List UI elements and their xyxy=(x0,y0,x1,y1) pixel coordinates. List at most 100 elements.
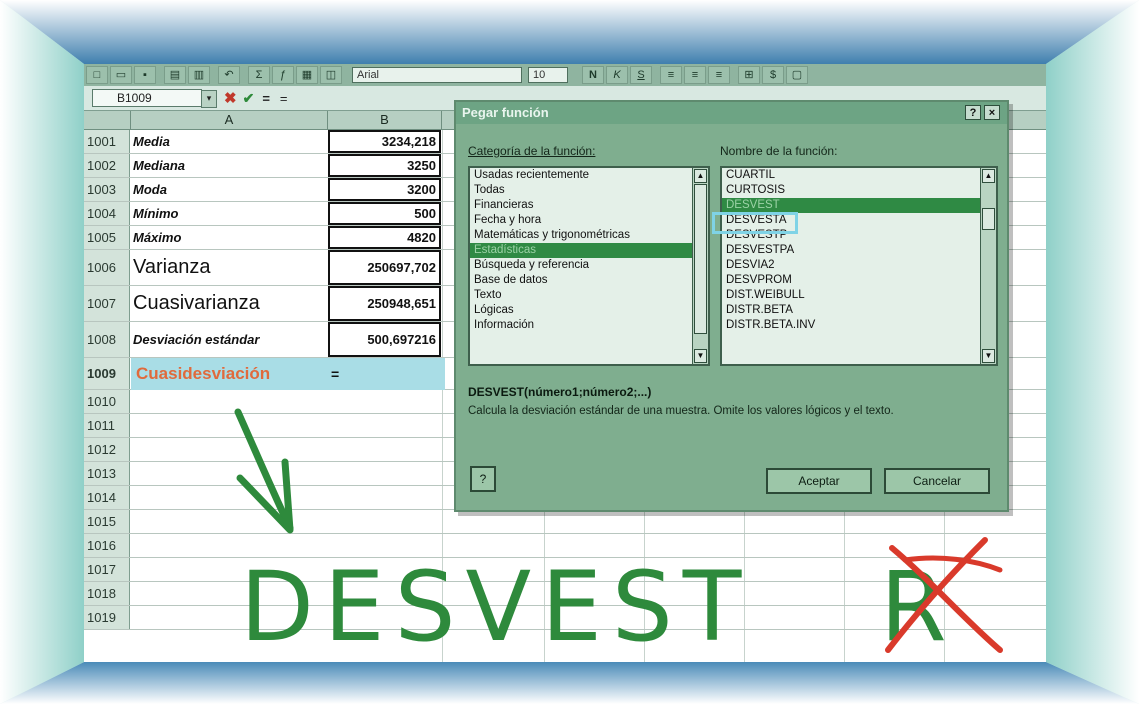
function-item[interactable]: DESVIA2 xyxy=(722,258,996,273)
align-center-icon[interactable]: ≡ xyxy=(684,66,706,84)
name-box[interactable]: B1009 ▾ xyxy=(92,89,217,108)
row-number[interactable]: 1010 xyxy=(84,390,130,413)
function-item[interactable]: DESVPROM xyxy=(722,273,996,288)
scroll-down-icon[interactable]: ▼ xyxy=(694,349,707,363)
ok-button[interactable]: Aceptar xyxy=(766,468,872,494)
zoom-icon[interactable]: ◫ xyxy=(320,66,342,84)
merge-icon[interactable]: ⊞ xyxy=(738,66,760,84)
category-item[interactable]: Información xyxy=(470,318,708,333)
category-item[interactable]: Texto xyxy=(470,288,708,303)
cell-label[interactable]: Máximo xyxy=(131,226,327,249)
chart-icon[interactable]: ▦ xyxy=(296,66,318,84)
cell-value[interactable]: 3200 xyxy=(328,178,441,201)
row-number[interactable]: 1019 xyxy=(84,606,130,629)
row-number[interactable]: 1015 xyxy=(84,510,130,533)
scroll-thumb[interactable] xyxy=(982,208,995,230)
close-icon[interactable]: × xyxy=(984,105,1000,120)
row-number[interactable]: 1005 xyxy=(84,226,130,249)
function-item[interactable]: CUARTIL xyxy=(722,168,996,183)
cell-value[interactable]: 4820 xyxy=(328,226,441,249)
row-number[interactable]: 1009 xyxy=(84,358,130,389)
cell-label[interactable]: Moda xyxy=(131,178,327,201)
borders-icon[interactable]: ▢ xyxy=(786,66,808,84)
preview-icon[interactable]: ▥ xyxy=(188,66,210,84)
active-cell[interactable]: Cuasidesviación = xyxy=(131,358,445,390)
category-item[interactable]: Base de datos xyxy=(470,273,708,288)
row-number[interactable]: 1004 xyxy=(84,202,130,225)
row-number[interactable]: 1017 xyxy=(84,558,130,581)
category-listbox[interactable]: Usadas recientemente Todas Financieras Fech… xyxy=(468,166,710,366)
cell-value[interactable]: 250948,651 xyxy=(328,286,441,321)
cancel-entry-icon[interactable]: ✖ xyxy=(224,89,237,107)
row-number[interactable]: 1006 xyxy=(84,250,130,285)
cell-label[interactable]: Cuasivarianza xyxy=(131,286,327,321)
new-icon[interactable]: □ xyxy=(86,66,108,84)
category-item[interactable]: Todas xyxy=(470,183,708,198)
row-number[interactable]: 1016 xyxy=(84,534,130,557)
open-icon[interactable]: ▭ xyxy=(110,66,132,84)
function-item[interactable]: DISTR.BETA.INV xyxy=(722,318,996,333)
edit-formula-button[interactable]: = xyxy=(262,91,270,106)
formula-input[interactable]: = xyxy=(280,91,288,106)
save-icon[interactable]: ▪ xyxy=(134,66,156,84)
underline-icon[interactable]: S xyxy=(630,66,652,84)
row-number[interactable]: 1011 xyxy=(84,414,130,437)
chevron-down-icon[interactable]: ▾ xyxy=(201,90,217,108)
help-icon[interactable]: ? xyxy=(965,105,981,120)
cell-value[interactable]: 250697,702 xyxy=(328,250,441,285)
category-item[interactable]: Búsqueda y referencia xyxy=(470,258,708,273)
cell-label[interactable]: Mediana xyxy=(131,154,327,177)
row-number[interactable]: 1012 xyxy=(84,438,130,461)
function-scrollbar[interactable]: ▲ ▼ xyxy=(980,168,996,364)
cell-value[interactable]: 500 xyxy=(328,202,441,225)
cancel-button[interactable]: Cancelar xyxy=(884,468,990,494)
function-icon[interactable]: ƒ xyxy=(272,66,294,84)
row-number[interactable]: 1014 xyxy=(84,486,130,509)
category-item[interactable]: Usadas recientemente xyxy=(470,168,708,183)
cell-label[interactable]: Mínimo xyxy=(131,202,327,225)
currency-icon[interactable]: $ xyxy=(762,66,784,84)
font-size-select[interactable]: 10 xyxy=(528,67,568,83)
row-number[interactable]: 1008 xyxy=(84,322,130,357)
row-number[interactable]: 1013 xyxy=(84,462,130,485)
select-all-corner[interactable] xyxy=(84,111,131,129)
cell-label[interactable]: Media xyxy=(131,130,327,153)
function-item[interactable]: DISTR.BETA xyxy=(722,303,996,318)
row-number[interactable]: 1002 xyxy=(84,154,130,177)
cell-value[interactable]: 500,697216 xyxy=(328,322,441,357)
office-assistant-button[interactable]: ? xyxy=(470,466,496,492)
row-number[interactable]: 1018 xyxy=(84,582,130,605)
category-item[interactable]: Matemáticas y trigonométricas xyxy=(470,228,708,243)
cell-value[interactable]: 3234,218 xyxy=(328,130,441,153)
enter-icon[interactable]: ✔ xyxy=(243,90,255,107)
sum-icon[interactable]: Σ xyxy=(248,66,270,84)
row-number[interactable]: 1007 xyxy=(84,286,130,321)
function-item[interactable]: DIST.WEIBULL xyxy=(722,288,996,303)
scroll-thumb[interactable] xyxy=(694,184,707,334)
undo-icon[interactable]: ↶ xyxy=(218,66,240,84)
scroll-down-icon[interactable]: ▼ xyxy=(982,349,995,363)
print-icon[interactable]: ▤ xyxy=(164,66,186,84)
function-listbox[interactable]: CUARTIL CURTOSIS DESVEST DESVESTA DESVESTP DE… xyxy=(720,166,998,366)
cell-label[interactable]: Varianza xyxy=(131,250,327,285)
align-right-icon[interactable]: ≡ xyxy=(708,66,730,84)
cell-value[interactable]: 3250 xyxy=(328,154,441,177)
scroll-up-icon[interactable]: ▲ xyxy=(982,169,995,183)
column-header-a[interactable]: A xyxy=(131,111,328,129)
italic-icon[interactable]: K xyxy=(606,66,628,84)
category-item[interactable]: Financieras xyxy=(470,198,708,213)
align-left-icon[interactable]: ≡ xyxy=(660,66,682,84)
bold-icon[interactable]: N xyxy=(582,66,604,84)
column-header-b[interactable]: B xyxy=(328,111,442,129)
function-item[interactable]: DESVESTPA xyxy=(722,243,996,258)
category-item[interactable]: Estadísticas xyxy=(470,243,708,258)
function-item[interactable]: DESVEST xyxy=(722,198,996,213)
row-number[interactable]: 1001 xyxy=(84,130,130,153)
function-item[interactable]: CURTOSIS xyxy=(722,183,996,198)
category-scrollbar[interactable]: ▲ ▼ xyxy=(692,168,708,364)
font-select[interactable]: Arial xyxy=(352,67,522,83)
cell-label[interactable]: Desviación estándar xyxy=(131,322,327,357)
scroll-up-icon[interactable]: ▲ xyxy=(694,169,707,183)
category-item[interactable]: Fecha y hora xyxy=(470,213,708,228)
row-number[interactable]: 1003 xyxy=(84,178,130,201)
